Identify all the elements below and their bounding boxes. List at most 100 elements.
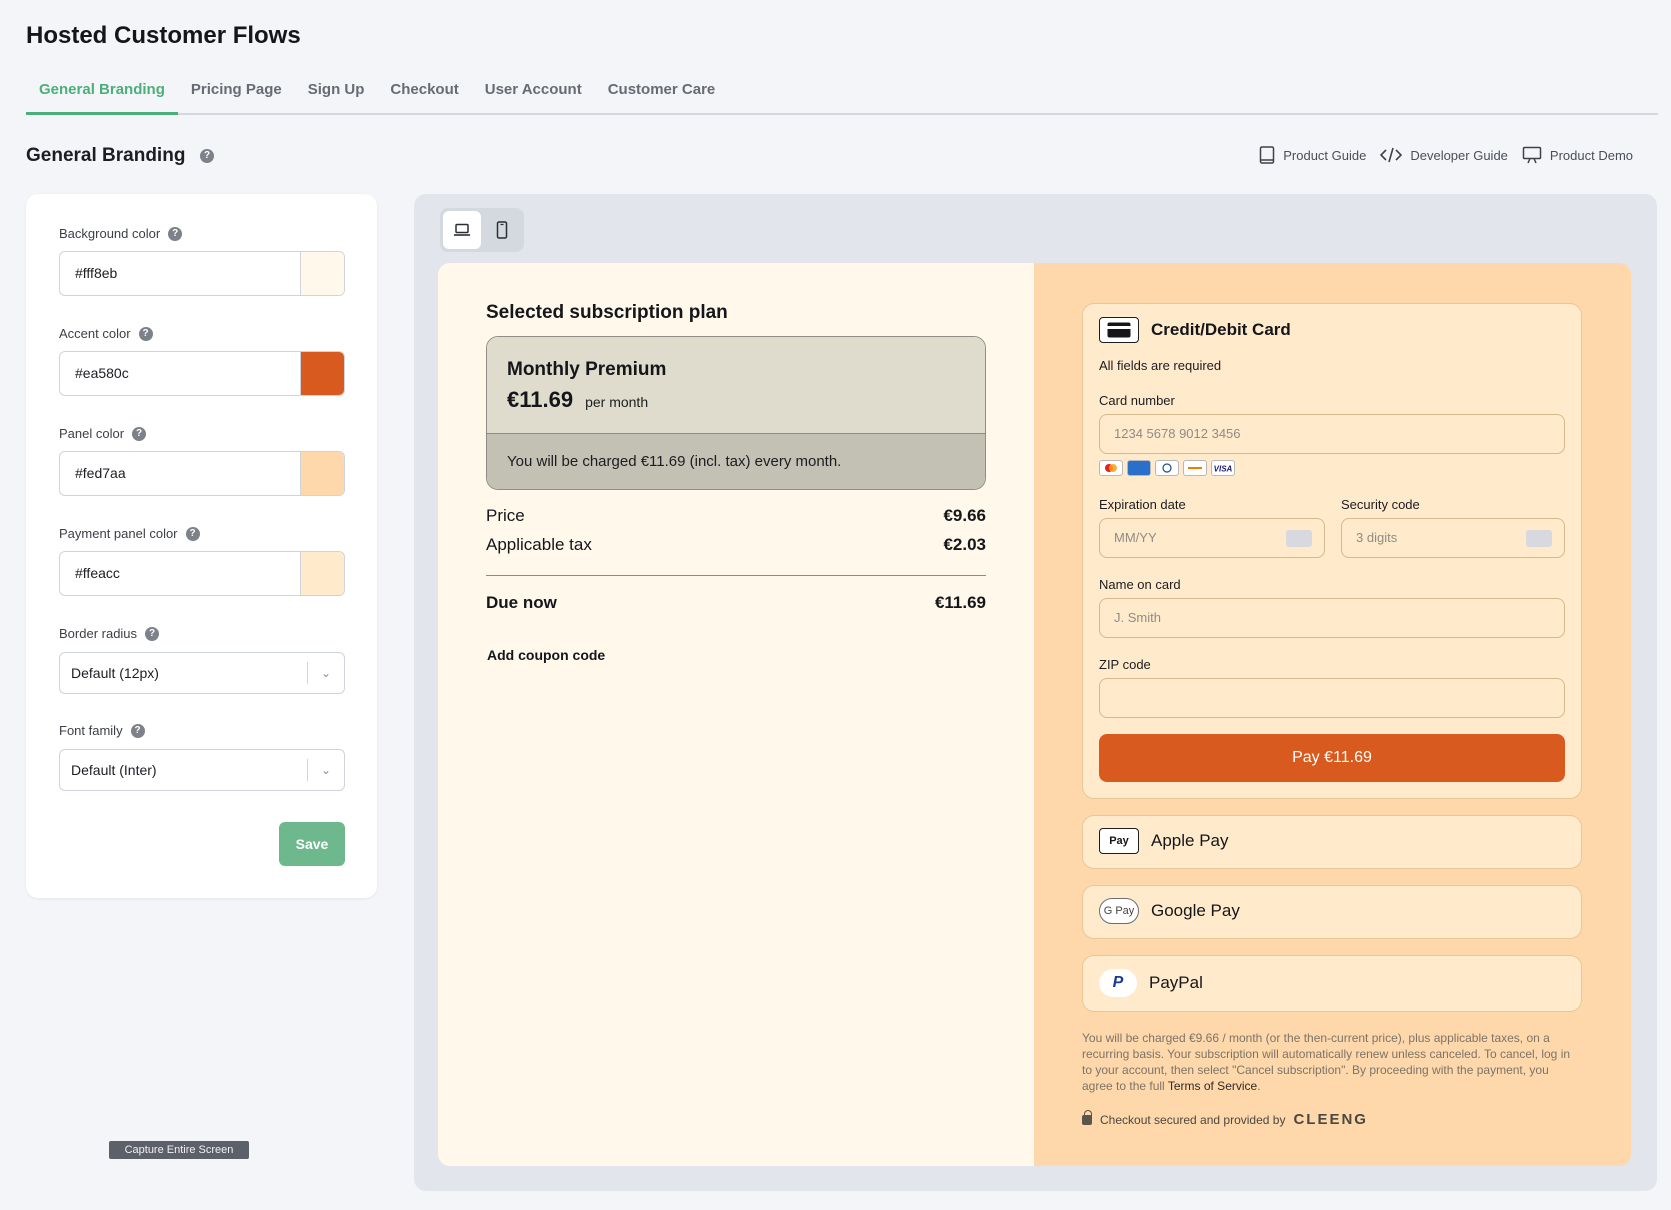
background-color-label-text: Background color (59, 226, 161, 241)
terms-of-service-link[interactable]: Terms of Service (1168, 1079, 1257, 1093)
accent-color-swatch[interactable] (300, 352, 344, 395)
panel-color-value[interactable]: #fed7aa (60, 452, 300, 495)
help-icon[interactable]: ? (168, 226, 183, 241)
tab-pricing-page[interactable]: Pricing Page (178, 72, 295, 115)
mobile-view-button[interactable] (484, 211, 522, 249)
due-now-value: €11.69 (934, 593, 986, 612)
paypal-icon: P (1099, 969, 1137, 997)
accent-color-field[interactable]: #ea580c (59, 351, 345, 396)
font-family-label-text: Font family (59, 723, 123, 738)
security-code-label: Security code (1341, 497, 1420, 512)
pay-button[interactable]: Pay €11.69 (1099, 734, 1565, 782)
payment-panel-color-value[interactable]: #ffeacc (60, 552, 300, 595)
phone-icon (497, 221, 508, 239)
order-summary-panel: Selected subscription plan Monthly Premi… (438, 263, 1034, 1166)
apple-pay-option[interactable]: Pay Apple Pay (1082, 815, 1582, 869)
required-note: All fields are required (1099, 358, 1222, 373)
checkout-preview: Selected subscription plan Monthly Premi… (414, 194, 1657, 1191)
lock-icon (1082, 1109, 1092, 1125)
svg-text:VISA: VISA (1214, 465, 1233, 474)
chevron-down-icon[interactable]: ⌄ (308, 763, 344, 777)
apple-pay-icon: Pay (1099, 828, 1139, 854)
font-family-label: Font family ? (59, 723, 145, 738)
guide-links: Product Guide Developer Guide Product De… (1259, 146, 1633, 164)
help-icon[interactable]: ? (185, 526, 200, 541)
tax-row: Applicable tax €2.03 (486, 535, 986, 555)
card-brand-list: VISA (1099, 460, 1235, 476)
help-icon[interactable]: ? (132, 426, 147, 441)
capture-entire-screen-button[interactable]: Capture Entire Screen (109, 1141, 249, 1159)
credit-card-icon (1099, 317, 1139, 343)
zip-code-label: ZIP code (1099, 657, 1151, 672)
card-payment-method: Credit/Debit Card All fields are require… (1082, 303, 1582, 799)
paypal-label: PayPal (1149, 973, 1203, 992)
font-family-select[interactable]: Default (Inter) ⌄ (59, 749, 345, 791)
desktop-view-button[interactable] (443, 211, 481, 249)
mastercard-icon (1099, 460, 1123, 476)
expiration-date-placeholder: MM/YY (1114, 530, 1157, 545)
name-on-card-label: Name on card (1099, 577, 1181, 592)
accent-color-value[interactable]: #ea580c (60, 352, 300, 395)
amex-icon (1127, 460, 1151, 476)
paypal-option[interactable]: P PayPal (1082, 955, 1582, 1012)
name-on-card-input[interactable]: J. Smith (1099, 598, 1565, 638)
cvc-card-icon (1526, 530, 1552, 547)
product-guide-link[interactable]: Product Guide (1259, 146, 1366, 164)
help-icon[interactable]: ? (138, 326, 153, 341)
zip-code-input[interactable] (1099, 678, 1565, 718)
panel-color-label: Panel color ? (59, 426, 147, 441)
tab-user-account[interactable]: User Account (472, 72, 595, 115)
help-icon[interactable]: ? (130, 723, 145, 738)
expiration-date-input[interactable]: MM/YY (1099, 518, 1325, 558)
security-code-input[interactable]: 3 digits (1341, 518, 1565, 558)
panel-color-field[interactable]: #fed7aa (59, 451, 345, 496)
card-method-title: Credit/Debit Card (1151, 320, 1291, 339)
card-number-input[interactable]: 1234 5678 9012 3456 (1099, 414, 1565, 454)
border-radius-select[interactable]: Default (12px) ⌄ (59, 652, 345, 694)
background-color-field[interactable]: #fff8eb (59, 251, 345, 296)
help-icon[interactable]: ? (200, 149, 214, 163)
developer-guide-link[interactable]: Developer Guide (1380, 147, 1508, 163)
background-color-swatch[interactable] (300, 252, 344, 295)
panel-color-swatch[interactable] (300, 452, 344, 495)
branding-settings-panel: Background color ? #fff8eb Accent color … (26, 194, 377, 898)
tax-label: Applicable tax (486, 535, 592, 554)
plan-name: Monthly Premium (507, 359, 667, 380)
payment-panel-color-swatch[interactable] (300, 552, 344, 595)
accent-color-label-text: Accent color (59, 326, 131, 341)
card-back-icon (1286, 530, 1312, 547)
help-icon[interactable]: ? (145, 626, 160, 641)
border-radius-value[interactable]: Default (12px) (60, 665, 307, 681)
payment-panel: Credit/Debit Card All fields are require… (1034, 263, 1631, 1166)
device-toggle (440, 208, 524, 252)
card-method-header[interactable]: Credit/Debit Card (1099, 317, 1291, 343)
tab-bar: General Branding Pricing Page Sign Up Ch… (26, 72, 1658, 115)
tab-customer-care[interactable]: Customer Care (595, 72, 729, 115)
price-label: Price (486, 506, 525, 525)
diners-club-icon (1155, 460, 1179, 476)
visa-icon: VISA (1211, 460, 1235, 476)
price-row: Price €9.66 (486, 506, 986, 526)
apple-pay-header: Pay Apple Pay (1099, 828, 1229, 854)
page-title: Hosted Customer Flows (26, 22, 301, 49)
google-pay-label: Google Pay (1151, 901, 1240, 920)
accent-color-label: Accent color ? (59, 326, 153, 341)
google-pay-header: G Pay Google Pay (1099, 898, 1240, 924)
tab-sign-up[interactable]: Sign Up (295, 72, 378, 115)
price-value: €9.66 (943, 506, 986, 525)
add-coupon-link[interactable]: Add coupon code (487, 647, 605, 663)
panel-color-label-text: Panel color (59, 426, 125, 441)
google-pay-option[interactable]: G Pay Google Pay (1082, 885, 1582, 939)
code-icon (1380, 147, 1403, 163)
tab-general-branding[interactable]: General Branding (26, 72, 178, 115)
apple-pay-label: Apple Pay (1151, 831, 1229, 850)
chevron-down-icon[interactable]: ⌄ (308, 666, 344, 680)
legal-text-end: . (1257, 1079, 1261, 1093)
background-color-value[interactable]: #fff8eb (60, 252, 300, 295)
plan-price-row: €11.69 per month (507, 387, 965, 413)
tab-checkout[interactable]: Checkout (377, 72, 471, 115)
product-demo-link[interactable]: Product Demo (1522, 146, 1633, 164)
font-family-value[interactable]: Default (Inter) (60, 762, 307, 778)
save-button[interactable]: Save (279, 822, 345, 866)
payment-panel-color-field[interactable]: #ffeacc (59, 551, 345, 596)
